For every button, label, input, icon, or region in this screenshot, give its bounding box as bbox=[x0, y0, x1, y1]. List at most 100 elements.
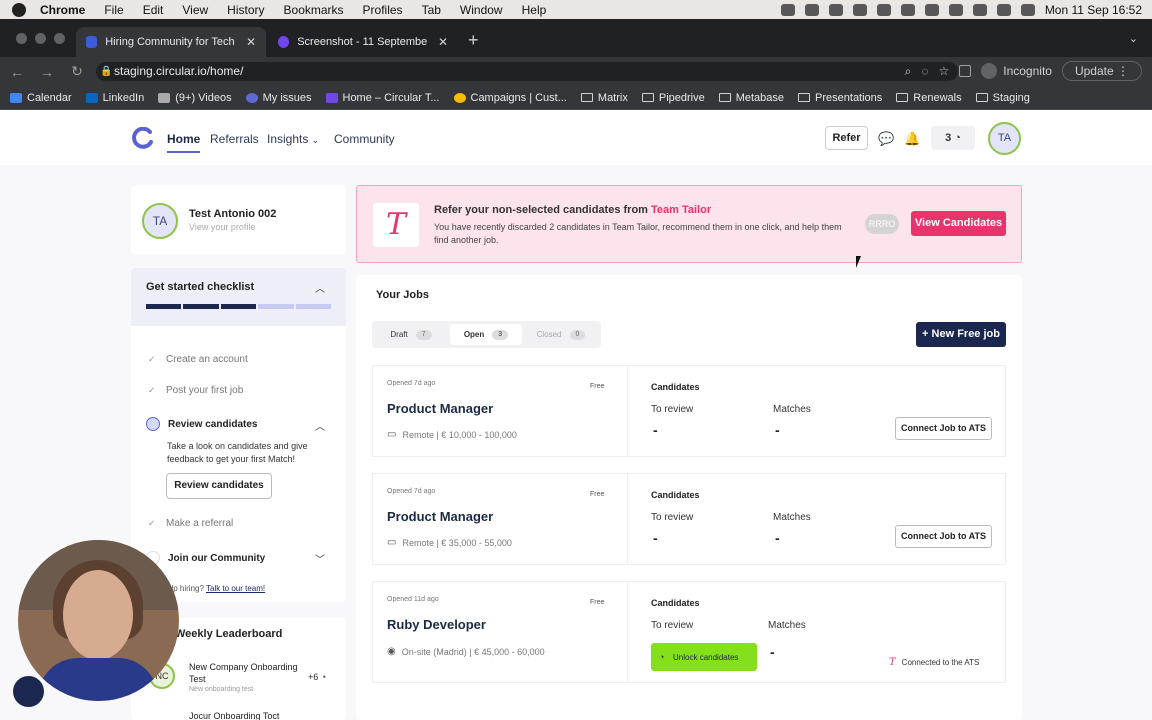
menu-window[interactable]: Window bbox=[460, 3, 503, 17]
bookmark-metabase[interactable]: Metabase bbox=[718, 91, 785, 104]
profile-card[interactable]: TA Test Antonio 002 View your profile bbox=[131, 185, 346, 254]
menu-history[interactable]: History bbox=[227, 3, 264, 17]
close-tab-icon[interactable]: ✕ bbox=[438, 35, 448, 49]
back-icon[interactable]: ← bbox=[4, 64, 30, 80]
menu-bookmarks[interactable]: Bookmarks bbox=[284, 3, 344, 17]
your-jobs-panel: Your Jobs Draft 7 Open 3 Closed 0 + New Fre… bbox=[356, 275, 1022, 720]
close-tab-icon[interactable]: ✕ bbox=[246, 35, 256, 49]
bluetooth-icon[interactable] bbox=[876, 3, 891, 16]
battery-icon[interactable] bbox=[900, 3, 915, 16]
connect-ats-button[interactable]: Connect Job to ATS bbox=[895, 417, 992, 440]
checklist-item-review-candidates[interactable]: Review candidates bbox=[146, 417, 257, 431]
search-status-icon[interactable] bbox=[972, 3, 987, 16]
menu-edit[interactable]: Edit bbox=[143, 3, 164, 17]
menu-chrome[interactable]: Chrome bbox=[40, 3, 85, 17]
tab-search-chevron-icon[interactable]: ⌄ bbox=[1129, 32, 1138, 45]
bookmark-home-circular[interactable]: Home – Circular T... bbox=[325, 92, 440, 104]
tab-open[interactable]: Open 3 bbox=[450, 324, 522, 345]
bookmark-linkedin[interactable]: LinkedIn bbox=[85, 92, 144, 104]
close-window-button[interactable] bbox=[16, 33, 27, 44]
bookmark-label: Metabase bbox=[735, 91, 785, 104]
s-app-icon bbox=[325, 92, 338, 103]
support-chat-icon[interactable] bbox=[13, 676, 44, 707]
view-candidates-button[interactable]: View Candidates bbox=[911, 211, 1006, 236]
menu-profiles[interactable]: Profiles bbox=[363, 3, 403, 17]
webcam-overlay[interactable] bbox=[18, 540, 179, 701]
browser-tab-active[interactable]: Hiring Community for Tech Rec ✕ bbox=[76, 27, 266, 57]
nav-referrals[interactable]: Referrals bbox=[210, 132, 259, 146]
job-title[interactable]: Product Manager bbox=[387, 401, 493, 416]
checklist-header[interactable]: Get started checklist ︿ bbox=[131, 268, 346, 326]
chevron-up-icon[interactable]: ︿ bbox=[315, 280, 325, 295]
gear-status-icon[interactable] bbox=[780, 3, 795, 16]
user-status-icon[interactable] bbox=[948, 3, 963, 16]
view-profile-link[interactable]: View your profile bbox=[189, 222, 255, 232]
new-free-job-button[interactable]: + New Free job bbox=[916, 322, 1006, 347]
leaderboard-entry-name[interactable]: Jocur Onboarding Toct bbox=[189, 711, 279, 720]
menu-tab[interactable]: Tab bbox=[422, 3, 441, 17]
nav-home[interactable]: Home bbox=[167, 132, 201, 153]
bookmark-pipedrive[interactable]: Pipedrive bbox=[641, 92, 705, 104]
menu-file[interactable]: File bbox=[104, 3, 123, 17]
address-bar[interactable]: 🔒 staging.circular.io/home/ bbox=[96, 62, 958, 81]
chevron-down-icon[interactable]: ﹀ bbox=[315, 551, 325, 566]
talk-to-team-link[interactable]: Talk to our team! bbox=[206, 584, 265, 593]
bookmark-star-icon[interactable]: ☆ bbox=[938, 64, 949, 78]
play-status-icon[interactable] bbox=[828, 3, 843, 16]
bookmark-my-issues[interactable]: My issues bbox=[245, 92, 312, 104]
matches-value: - bbox=[770, 644, 775, 660]
job-card[interactable]: Opened 7d ago Free Product Manager ▭ Remo… bbox=[372, 473, 1006, 565]
incognito-indicator[interactable]: Incognito bbox=[981, 63, 1052, 79]
connect-ats-button[interactable]: Connect Job to ATS bbox=[895, 525, 992, 548]
job-title[interactable]: Ruby Developer bbox=[387, 617, 486, 632]
bookmark-presentations[interactable]: Presentations bbox=[798, 92, 882, 104]
circular-logo-icon[interactable] bbox=[131, 127, 153, 149]
new-tab-icon[interactable]: + bbox=[468, 30, 479, 51]
job-card[interactable]: Opened 7d ago Free Product Manager ▭ Remo… bbox=[372, 365, 1006, 457]
volume-icon[interactable] bbox=[852, 3, 867, 16]
minimize-window-button[interactable] bbox=[35, 33, 46, 44]
menu-view[interactable]: View bbox=[182, 3, 208, 17]
bookmark-matrix[interactable]: Matrix bbox=[580, 92, 628, 104]
siri-icon[interactable] bbox=[1020, 3, 1035, 16]
bookmark-staging[interactable]: Staging bbox=[975, 92, 1030, 104]
nav-community[interactable]: Community bbox=[334, 132, 395, 146]
leaderboard-entry-name[interactable]: New Company Onboarding Test bbox=[189, 661, 309, 685]
wifi-icon[interactable] bbox=[924, 3, 939, 16]
forward-icon[interactable]: → bbox=[34, 64, 60, 80]
job-title[interactable]: Product Manager bbox=[387, 509, 493, 524]
progress-segment bbox=[220, 304, 257, 309]
control-center-icon[interactable] bbox=[996, 3, 1011, 16]
chrome-status-icon[interactable] bbox=[804, 3, 819, 16]
review-candidates-button[interactable]: Review candidates bbox=[166, 473, 272, 499]
eye-off-icon[interactable]: ◌ bbox=[921, 64, 928, 78]
tab-draft[interactable]: Draft 7 bbox=[375, 324, 447, 345]
credits-badge[interactable]: 3 ◔ bbox=[931, 126, 975, 150]
lock-icon[interactable]: 🔒 bbox=[100, 62, 112, 81]
update-button[interactable]: Update ⋮ bbox=[1061, 61, 1142, 81]
folder-icon bbox=[641, 93, 654, 102]
bookmark-videos[interactable]: (9+) Videos bbox=[158, 92, 232, 104]
bell-icon[interactable]: 🔔 bbox=[904, 131, 920, 147]
bookmark-renewals[interactable]: Renewals bbox=[896, 92, 962, 104]
refer-button[interactable]: Refer bbox=[825, 126, 868, 150]
tab-closed[interactable]: Closed 0 bbox=[525, 324, 597, 345]
reload-icon[interactable]: ↻ bbox=[64, 63, 90, 80]
unlock-candidates-button[interactable]: ◔ Unlock candidates bbox=[651, 643, 757, 671]
bookmark-calendar[interactable]: Calendar bbox=[10, 92, 72, 104]
menu-help[interactable]: Help bbox=[522, 3, 547, 17]
avatar[interactable]: TA bbox=[988, 122, 1021, 155]
side-panel-icon[interactable] bbox=[959, 65, 972, 77]
progress-segment bbox=[295, 304, 332, 309]
apple-icon[interactable] bbox=[12, 2, 26, 17]
nav-insights[interactable]: Insights ⌄ bbox=[267, 132, 319, 146]
clock[interactable]: Mon 11 Sep 16:52 bbox=[1045, 3, 1142, 17]
job-card[interactable]: Opened 11d ago Free Ruby Developer ◉ On-s… bbox=[372, 581, 1006, 683]
chevron-up-icon[interactable]: ︿ bbox=[315, 418, 325, 433]
chat-icon[interactable]: 💬 bbox=[878, 131, 894, 147]
browser-tab[interactable]: Screenshot - 11 September 20 ✕ bbox=[268, 27, 458, 57]
location-pin-icon: ◉ bbox=[387, 646, 396, 657]
bookmark-campaigns[interactable]: Campaigns | Cust... bbox=[453, 92, 567, 104]
zoom-icon[interactable]: ⌕ bbox=[905, 64, 912, 79]
zoom-window-button[interactable] bbox=[54, 33, 65, 44]
